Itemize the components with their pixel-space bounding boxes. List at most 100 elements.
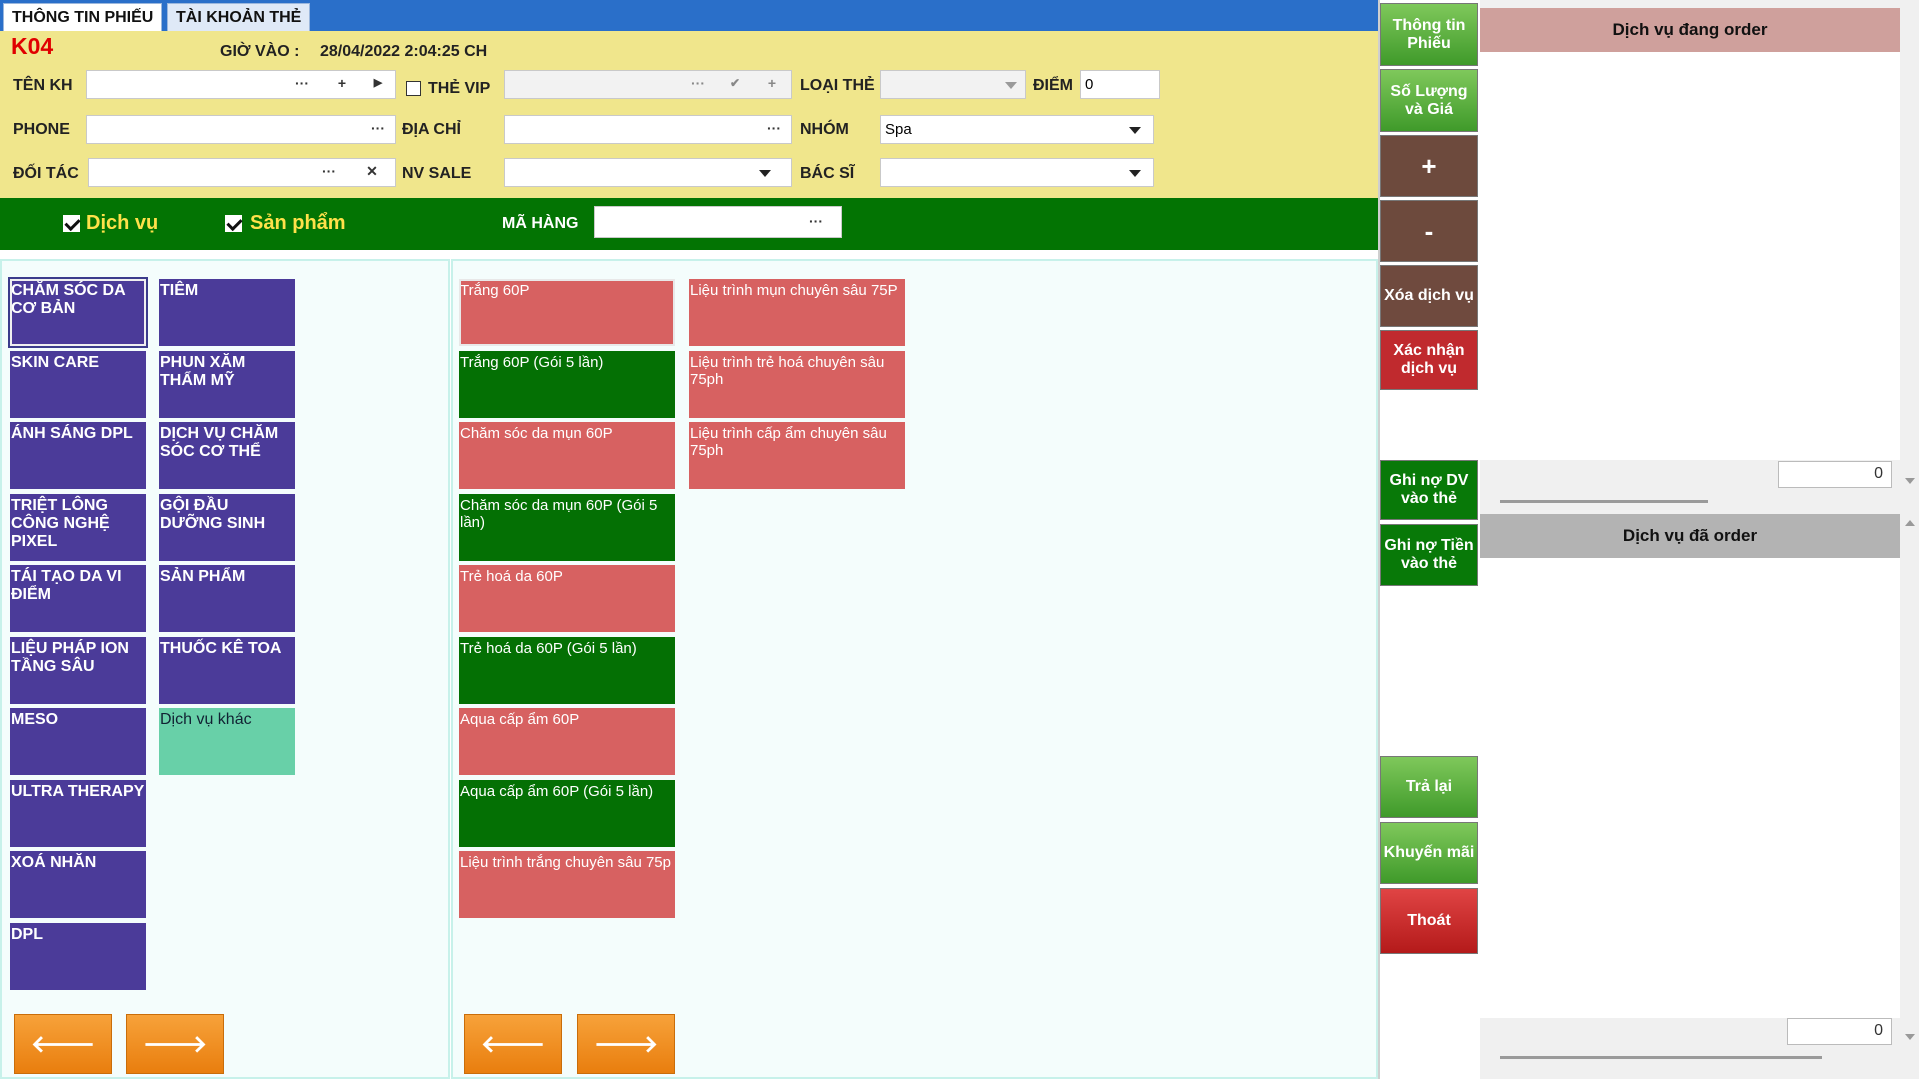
- delete-service-button[interactable]: Xóa dịch vụ: [1380, 265, 1478, 327]
- service-tile[interactable]: Chăm sóc da mụn 60P: [459, 422, 675, 489]
- customer-name-field[interactable]: ··· + ▶: [86, 70, 396, 99]
- service-filter-label: Dịch vụ: [86, 212, 159, 234]
- quantity-price-button[interactable]: Số Lượng và Giá: [1380, 69, 1478, 132]
- arrow-right-icon: 🡒: [593, 1031, 659, 1058]
- debt-service-card-button[interactable]: Ghi nợ DV vào thẻ: [1380, 460, 1478, 520]
- debt-money-card-button[interactable]: Ghi nợ Tiền vào thẻ: [1380, 524, 1478, 586]
- time-in-label: GIỜ VÀO :: [220, 43, 300, 60]
- service-tile[interactable]: Liệu trình mụn chuyên sâu 75P: [689, 279, 905, 346]
- filter-bar: Dịch vụ Sản phẩm MÃ HÀNG ···: [0, 198, 1378, 250]
- category-prev-button[interactable]: 🡐: [14, 1014, 112, 1074]
- category-tile[interactable]: Dịch vụ khác: [159, 708, 295, 775]
- phone-browse-button[interactable]: ···: [363, 116, 393, 143]
- return-button[interactable]: Trả lại: [1380, 756, 1478, 818]
- doctor-select[interactable]: [880, 158, 1154, 187]
- sales-staff-select[interactable]: [504, 158, 792, 187]
- confirm-service-button[interactable]: Xác nhận dịch vụ: [1380, 330, 1478, 390]
- time-in-value: 28/04/2022 2:04:25 CH: [320, 43, 488, 60]
- points-label: ĐIỂM: [1033, 77, 1073, 94]
- promotion-button[interactable]: Khuyến mãi: [1380, 822, 1478, 884]
- arrow-left-icon: 🡐: [30, 1031, 96, 1058]
- category-tile[interactable]: THUỐC KÊ TOA: [159, 636, 295, 704]
- category-tile[interactable]: LIỆU PHÁP ION TẦNG SÂU: [10, 636, 146, 704]
- service-tile[interactable]: Trẻ hoá da 60P: [459, 565, 675, 632]
- ordered-header: Dịch vụ đã order: [1480, 514, 1900, 558]
- product-filter-label: Sản phẩm: [250, 212, 346, 234]
- item-code-browse-button[interactable]: ···: [801, 209, 831, 236]
- category-tile[interactable]: DPL: [10, 922, 146, 990]
- partner-label: ĐỐI TÁC: [13, 165, 79, 182]
- service-tile[interactable]: Trẻ hoá da 60P (Gói 5 lần): [459, 636, 675, 704]
- points-field[interactable]: 0: [1080, 70, 1160, 99]
- ordered-list: [1480, 558, 1900, 1018]
- category-tile[interactable]: ÁNH SÁNG DPL: [10, 422, 146, 489]
- vip-check-button[interactable]: ✔: [720, 71, 750, 98]
- category-tile[interactable]: MESO: [10, 708, 146, 775]
- category-tile[interactable]: SKIN CARE: [10, 350, 146, 418]
- group-select[interactable]: Spa: [880, 115, 1154, 144]
- service-tile[interactable]: Liệu trình trẻ hoá chuyên sâu 75ph: [689, 350, 905, 418]
- service-tile[interactable]: Liệu trình cấp ẩm chuyên sâu 75ph: [689, 422, 905, 489]
- exit-button[interactable]: Thoát: [1380, 888, 1478, 954]
- category-tile[interactable]: XOÁ NHĂN: [10, 851, 146, 918]
- category-tile[interactable]: GỘI ĐẦU DƯỠNG SINH: [159, 493, 295, 561]
- sales-staff-label: NV SALE: [402, 165, 472, 182]
- service-tile[interactable]: Aqua cấp ẩm 60P (Gói 5 lần): [459, 779, 675, 847]
- product-checkbox[interactable]: [225, 215, 242, 232]
- category-next-button[interactable]: 🡒: [126, 1014, 224, 1074]
- category-tile[interactable]: ULTRA THERAPY: [10, 779, 146, 847]
- category-pane: CHĂM SÓC DA CƠ BẢN SKIN CARE ÁNH SÁNG DPL T…: [0, 259, 450, 1079]
- ordered-hscrollbar[interactable]: [1500, 1056, 1822, 1059]
- service-tile[interactable]: Chăm sóc da mụn 60P (Gói 5 lần): [459, 493, 675, 561]
- category-tile[interactable]: TIÊM: [159, 279, 295, 346]
- ordered-total: 0: [1787, 1018, 1892, 1045]
- service-next-button[interactable]: 🡒: [577, 1014, 675, 1074]
- address-label: ĐỊA CHỈ: [402, 121, 461, 138]
- ticket-info-panel: K04 GIỜ VÀO : 28/04/2022 2:04:25 CH TÊN …: [0, 31, 1378, 198]
- service-tile[interactable]: Trắng 60P: [459, 279, 675, 346]
- decrease-button[interactable]: -: [1380, 200, 1478, 262]
- vip-browse-button[interactable]: ···: [683, 71, 713, 98]
- ordering-vscrollbar[interactable]: [1901, 0, 1919, 500]
- service-tile[interactable]: Liệu trình trắng chuyên sâu 75p: [459, 851, 675, 918]
- partner-field[interactable]: ··· ✕: [88, 158, 396, 187]
- tab-ticket-info[interactable]: THÔNG TIN PHIẾU: [3, 3, 163, 31]
- item-code-label: MÃ HÀNG: [502, 215, 579, 232]
- ordered-vscrollbar[interactable]: [1901, 514, 1919, 1044]
- service-prev-button[interactable]: 🡐: [464, 1014, 562, 1074]
- address-field[interactable]: ···: [504, 115, 792, 144]
- ticket-info-button[interactable]: Thông tin Phiếu: [1380, 3, 1478, 66]
- phone-field[interactable]: ···: [86, 115, 396, 144]
- vip-card-field[interactable]: ··· ✔ +: [504, 70, 792, 99]
- service-tile[interactable]: Trắng 60P (Gói 5 lần): [459, 350, 675, 418]
- category-tile[interactable]: DỊCH VỤ CHĂM SÓC CƠ THỂ: [159, 422, 295, 489]
- customer-add-button[interactable]: +: [327, 71, 357, 98]
- category-tile[interactable]: TRIỆT LÔNG CÔNG NGHỆ PIXEL: [10, 493, 146, 561]
- address-browse-button[interactable]: ···: [759, 116, 789, 143]
- category-tile[interactable]: SẢN PHẨM: [159, 565, 295, 632]
- increase-button[interactable]: +: [1380, 135, 1478, 197]
- ordering-list: [1480, 52, 1900, 460]
- doctor-label: BÁC SĨ: [800, 165, 855, 182]
- scroll-down-icon: [1905, 478, 1915, 484]
- arrow-left-icon: 🡐: [480, 1031, 546, 1058]
- customer-name-label: TÊN KH: [13, 77, 73, 94]
- service-checkbox[interactable]: [63, 215, 80, 232]
- customer-go-button[interactable]: ▶: [363, 71, 393, 98]
- vip-card-checkbox[interactable]: [406, 81, 421, 96]
- item-code-field[interactable]: ···: [594, 206, 842, 238]
- category-tile[interactable]: PHUN XĂM THẨM MỸ: [159, 350, 295, 418]
- category-tile[interactable]: TÁI TẠO DA VI ĐIỂM: [10, 565, 146, 632]
- card-type-select[interactable]: [880, 70, 1026, 99]
- tab-card-account[interactable]: TÀI KHOẢN THẺ: [167, 3, 311, 31]
- ordering-hscrollbar[interactable]: [1500, 500, 1708, 503]
- customer-browse-button[interactable]: ···: [287, 71, 317, 98]
- group-value: Spa: [885, 121, 912, 138]
- category-tile[interactable]: CHĂM SÓC DA CƠ BẢN: [10, 279, 146, 346]
- partner-browse-button[interactable]: ···: [314, 159, 344, 186]
- arrow-right-icon: 🡒: [142, 1031, 208, 1058]
- partner-clear-button[interactable]: ✕: [357, 159, 387, 186]
- ordering-header: Dịch vụ đang order: [1480, 8, 1900, 52]
- vip-add-button[interactable]: +: [757, 71, 787, 98]
- service-tile[interactable]: Aqua cấp ẩm 60P: [459, 708, 675, 775]
